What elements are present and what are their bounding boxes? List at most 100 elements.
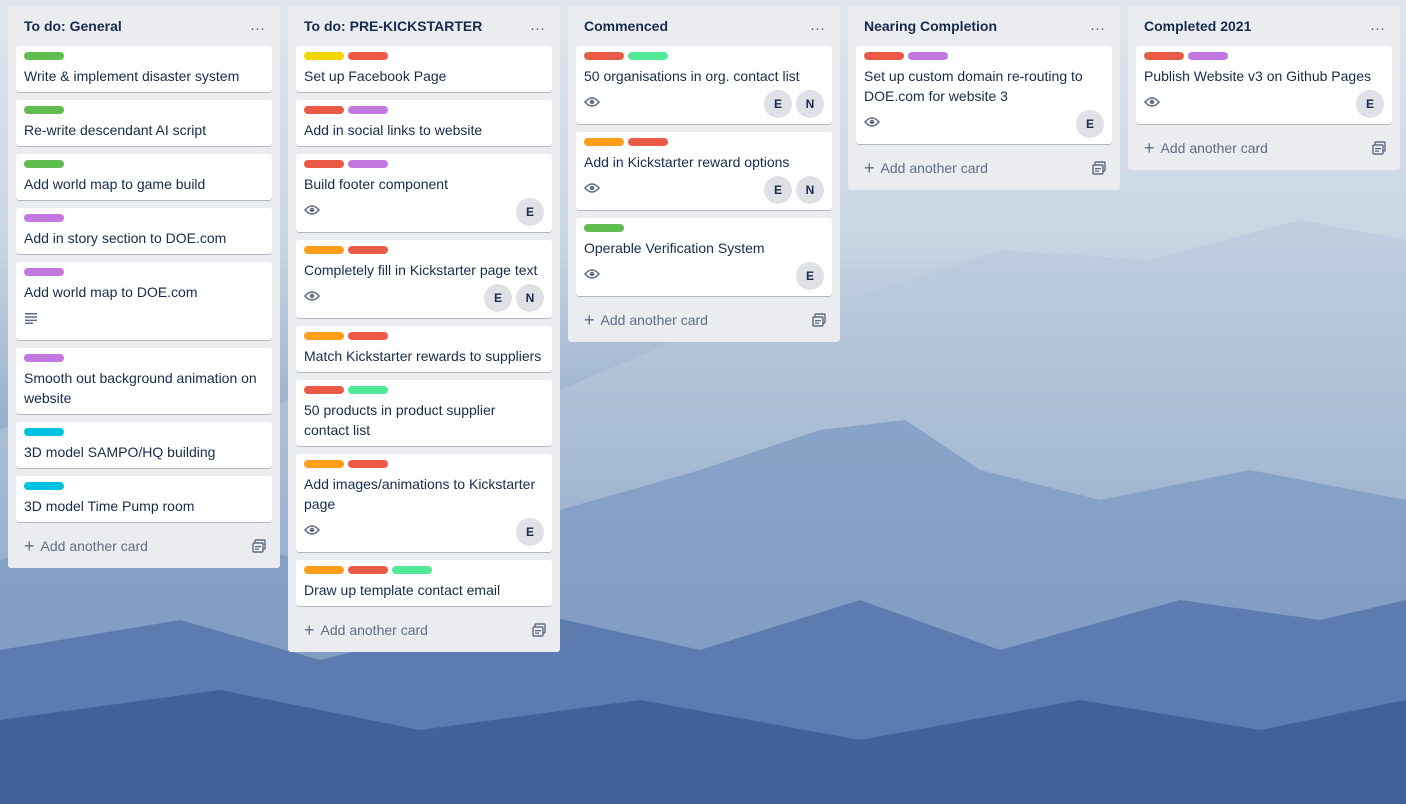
card[interactable]: 50 products in product supplier contact …	[296, 380, 552, 446]
member-avatar[interactable]: E	[1356, 90, 1384, 118]
label-red[interactable]	[584, 52, 624, 60]
card-labels	[584, 224, 824, 232]
label-orange[interactable]	[584, 138, 624, 146]
list-title[interactable]: To do: General	[24, 18, 122, 34]
card[interactable]: Build footer component E	[296, 154, 552, 232]
card-template-icon[interactable]	[252, 539, 266, 553]
card[interactable]: Add world map to game build	[16, 154, 272, 200]
member-avatar[interactable]: E	[1076, 110, 1104, 138]
label-red[interactable]	[304, 160, 344, 168]
card-template-icon[interactable]	[1092, 161, 1106, 175]
label-purple[interactable]	[24, 268, 64, 276]
list-header: Commenced …	[576, 6, 832, 46]
label-green[interactable]	[24, 106, 64, 114]
card-template-icon[interactable]	[1372, 141, 1386, 155]
card[interactable]: Add images/animations to Kickstarter pag…	[296, 454, 552, 552]
label-orange[interactable]	[304, 566, 344, 574]
member-avatar[interactable]: E	[764, 176, 792, 204]
add-card-row: + Add another card	[296, 614, 552, 644]
card[interactable]: Completely fill in Kickstarter page text…	[296, 240, 552, 318]
label-purple[interactable]	[348, 160, 388, 168]
label-lime[interactable]	[348, 386, 388, 394]
label-red[interactable]	[348, 52, 388, 60]
label-green[interactable]	[584, 224, 624, 232]
list-title[interactable]: Nearing Completion	[864, 18, 997, 34]
label-red[interactable]	[304, 106, 344, 114]
label-orange[interactable]	[304, 332, 344, 340]
label-red[interactable]	[348, 332, 388, 340]
card[interactable]: 50 organisations in org. contact list E N	[576, 46, 832, 124]
plus-icon: +	[864, 158, 875, 178]
label-purple[interactable]	[24, 354, 64, 362]
card[interactable]: Match Kickstarter rewards to suppliers	[296, 326, 552, 372]
label-green[interactable]	[24, 160, 64, 168]
add-card-button[interactable]: + Add another card	[24, 537, 148, 555]
list-menu-icon[interactable]: …	[1364, 12, 1392, 40]
member-avatar[interactable]: N	[516, 284, 544, 312]
label-red[interactable]	[304, 386, 344, 394]
list-title[interactable]: Commenced	[584, 18, 668, 34]
card[interactable]: Draw up template contact email	[296, 560, 552, 606]
label-red[interactable]	[864, 52, 904, 60]
label-lime[interactable]	[392, 566, 432, 574]
list-header: To do: General …	[16, 6, 272, 46]
label-sky[interactable]	[24, 428, 64, 436]
add-card-button[interactable]: + Add another card	[1144, 139, 1268, 157]
label-purple[interactable]	[24, 214, 64, 222]
label-yellow[interactable]	[304, 52, 344, 60]
card[interactable]: Publish Website v3 on Github Pages E	[1136, 46, 1392, 124]
label-red[interactable]	[628, 138, 668, 146]
card[interactable]: Write & implement disaster system	[16, 46, 272, 92]
label-red[interactable]	[348, 460, 388, 468]
label-red[interactable]	[348, 566, 388, 574]
list-menu-icon[interactable]: …	[244, 12, 272, 40]
add-card-button[interactable]: + Add another card	[864, 159, 988, 177]
card[interactable]: Smooth out background animation on websi…	[16, 348, 272, 414]
member-avatar[interactable]: E	[484, 284, 512, 312]
card[interactable]: 3D model Time Pump room	[16, 476, 272, 522]
card-title: Build footer component	[304, 176, 448, 192]
card-template-icon[interactable]	[532, 623, 546, 637]
watch-eye-icon	[304, 289, 320, 307]
card-title: Set up custom domain re-routing to DOE.c…	[864, 68, 1083, 104]
add-card-row: + Add another card	[1136, 132, 1392, 162]
label-sky[interactable]	[24, 482, 64, 490]
card[interactable]: Add in social links to website	[296, 100, 552, 146]
card-badges: EN	[584, 176, 824, 204]
card-template-icon[interactable]	[812, 313, 826, 327]
card-labels	[24, 214, 264, 222]
add-card-label: Add another card	[600, 312, 708, 328]
list-title[interactable]: To do: PRE-KICKSTARTER	[304, 18, 482, 34]
member-avatar[interactable]: N	[796, 176, 824, 204]
card[interactable]: 3D model SAMPO/HQ building	[16, 422, 272, 468]
label-orange[interactable]	[304, 460, 344, 468]
member-avatar[interactable]: E	[796, 262, 824, 290]
list-menu-icon[interactable]: …	[804, 12, 832, 40]
label-green[interactable]	[24, 52, 64, 60]
label-purple[interactable]	[908, 52, 948, 60]
list-title[interactable]: Completed 2021	[1144, 18, 1251, 34]
card[interactable]: Re-write descendant AI script	[16, 100, 272, 146]
card[interactable]: Add world map to DOE.com	[16, 262, 272, 340]
label-purple[interactable]	[348, 106, 388, 114]
member-avatar[interactable]: E	[516, 518, 544, 546]
label-purple[interactable]	[1188, 52, 1228, 60]
card[interactable]: Operable Verification System E	[576, 218, 832, 296]
member-avatar[interactable]: N	[796, 90, 824, 118]
list-menu-icon[interactable]: …	[524, 12, 552, 40]
member-avatar[interactable]: E	[516, 198, 544, 226]
label-lime[interactable]	[628, 52, 668, 60]
card[interactable]: Set up custom domain re-routing to DOE.c…	[856, 46, 1112, 144]
add-card-button[interactable]: + Add another card	[584, 311, 708, 329]
card[interactable]: Add in story section to DOE.com	[16, 208, 272, 254]
label-orange[interactable]	[304, 246, 344, 254]
label-red[interactable]	[348, 246, 388, 254]
add-card-button[interactable]: + Add another card	[304, 621, 428, 639]
label-red[interactable]	[1144, 52, 1184, 60]
card-title: Draw up template contact email	[304, 582, 501, 598]
member-avatar[interactable]: E	[764, 90, 792, 118]
card-badges: E	[304, 518, 544, 546]
list-menu-icon[interactable]: …	[1084, 12, 1112, 40]
card[interactable]: Set up Facebook Page	[296, 46, 552, 92]
card[interactable]: Add in Kickstarter reward options E N	[576, 132, 832, 210]
